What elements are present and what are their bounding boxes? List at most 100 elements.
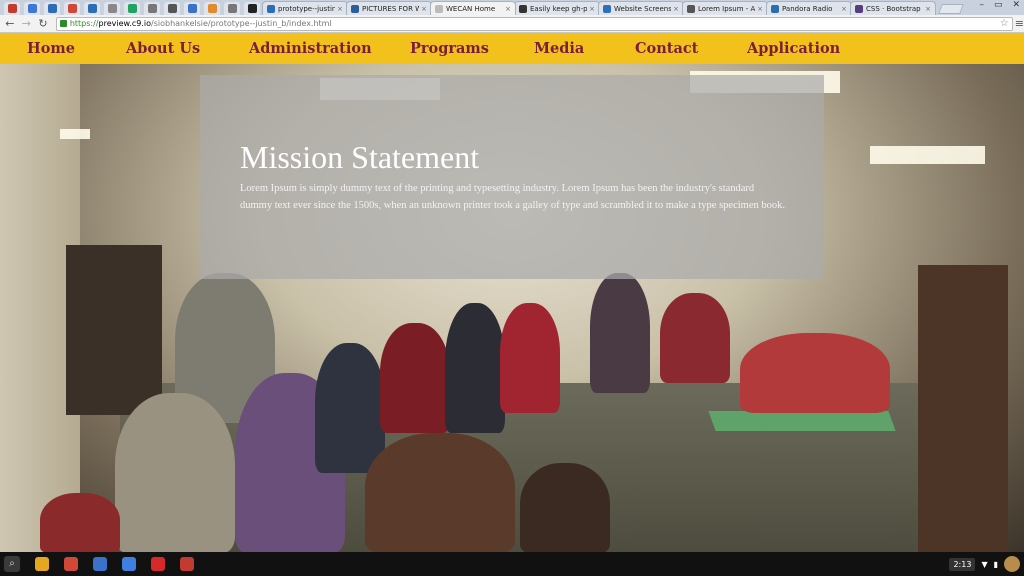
pinned-tab[interactable] [84, 1, 100, 15]
photo-table [708, 411, 896, 431]
pinned-tab[interactable] [124, 1, 140, 15]
gmail-icon [67, 3, 77, 13]
maximize-button[interactable]: ▭ [994, 0, 1003, 10]
browser-tab[interactable]: WECAN Home × [430, 1, 516, 15]
photo-cabinet [66, 245, 162, 415]
tab-title: PICTURES FOR WE [362, 4, 419, 13]
browser-tab[interactable]: CSS · Bootstrap × [850, 1, 936, 15]
reload-icon[interactable]: ↻ [36, 17, 50, 30]
close-tab-icon[interactable]: × [841, 5, 847, 13]
back-arrow-icon[interactable]: ← [3, 17, 17, 30]
nav-programs-link[interactable]: Programs [410, 40, 489, 57]
pinned-tab[interactable] [24, 1, 40, 15]
photo-person [500, 303, 560, 413]
tab-title: CSS · Bootstrap [866, 4, 921, 13]
hamburger-menu-icon[interactable]: ≡ [1015, 17, 1024, 30]
browser-tab-strip: prototype--justin_b×PICTURES FOR WE×WECA… [0, 0, 1024, 15]
pinned-tab[interactable] [164, 1, 180, 15]
folder-icon [147, 3, 157, 13]
favicon-icon [855, 4, 863, 13]
outlook-icon [47, 3, 57, 13]
pinned-tab[interactable] [204, 1, 220, 15]
browser-tab[interactable]: PICTURES FOR WE× [346, 1, 432, 15]
os-shelf: ⌕ 2:13 ▼ ▮ [0, 552, 1024, 576]
user-avatar [1004, 556, 1020, 572]
bookmark-star-icon[interactable]: ☆ [1000, 18, 1009, 29]
nav-media-link[interactable]: Media [534, 40, 584, 57]
pinned-tab[interactable] [244, 1, 260, 15]
tab-title: Pandora Radio [782, 4, 833, 13]
mission-title: Mission Statement [240, 139, 480, 175]
browser-tab[interactable]: Pandora Radio × [766, 1, 852, 15]
close-window-button[interactable]: ✕ [1012, 0, 1020, 10]
browser-tab[interactable]: Website Screensh × [598, 1, 684, 15]
puzzle-icon [167, 3, 177, 13]
close-tab-icon[interactable]: × [925, 5, 931, 13]
close-tab-icon[interactable]: × [505, 5, 511, 13]
nav-home-link[interactable]: Home [27, 40, 75, 57]
photo-gift-boxes [740, 333, 890, 413]
photo-door [918, 265, 1008, 552]
launcher-search-icon[interactable]: ⌕ [4, 556, 20, 572]
photo-ceiling-light [60, 129, 90, 139]
nav-application-link[interactable]: Application [747, 40, 840, 57]
photo-red-bag [40, 493, 120, 552]
browser-tab[interactable]: Lorem Ipsum - All t× [682, 1, 768, 15]
photos-icon[interactable] [180, 557, 194, 571]
ai-icon [27, 3, 37, 13]
pinned-tab[interactable] [64, 1, 80, 15]
close-tab-icon[interactable]: × [757, 5, 763, 13]
url-scheme: https:// [69, 19, 99, 28]
forward-arrow-icon[interactable]: → [20, 17, 34, 30]
shelf-apps [20, 557, 194, 571]
photo-person [315, 343, 385, 473]
favicon-icon [687, 4, 695, 13]
youtube-icon[interactable] [151, 557, 165, 571]
pinned-tab[interactable] [104, 1, 120, 15]
close-tab-icon[interactable]: × [421, 5, 427, 13]
close-tab-icon[interactable]: × [673, 5, 679, 13]
chrome-icon[interactable] [35, 557, 49, 571]
google-search-icon[interactable] [93, 557, 107, 571]
system-tray[interactable]: 2:13 ▼ ▮ [949, 555, 1020, 573]
browser-tab[interactable]: prototype--justin_b× [262, 1, 348, 15]
clock: 2:13 [949, 557, 976, 571]
nav-contact-link[interactable]: Contact [635, 40, 698, 57]
nav-about-link[interactable]: About Us [126, 40, 200, 57]
tab-title: Website Screensh [614, 4, 672, 13]
mission-body: Lorem Ipsum is simply dummy text of the … [240, 183, 785, 211]
tab-title: Easily keep gh-pag [530, 4, 588, 13]
drive-icon [127, 3, 137, 13]
favicon-icon [267, 4, 275, 13]
lock-icon [59, 20, 67, 27]
tab-list: prototype--justin_b×PICTURES FOR WE×WECA… [262, 1, 936, 15]
pinned-tab[interactable] [4, 1, 20, 15]
url-path: /siobhankelsie/prototype--justin_b/index… [151, 19, 332, 28]
new-tab-button[interactable] [938, 4, 964, 14]
gmail-icon[interactable] [64, 557, 78, 571]
favicon-icon [435, 4, 443, 13]
grid-icon [227, 3, 237, 13]
favicon-icon [519, 4, 527, 13]
pinned-tab[interactable] [44, 1, 60, 15]
address-bar[interactable]: https:// preview.c9.io /siobhankelsie/pr… [55, 16, 1013, 31]
minimize-button[interactable]: – [979, 0, 984, 10]
pinned-tab[interactable] [144, 1, 160, 15]
pinned-tab[interactable] [224, 1, 240, 15]
url-host: preview.c9.io [98, 19, 152, 28]
main-nav: Home About Us Administration Programs Me… [0, 33, 1024, 64]
tab-title: Lorem Ipsum - All t [698, 4, 756, 13]
browser-tab[interactable]: Easily keep gh-pag× [514, 1, 600, 15]
close-tab-icon[interactable]: × [589, 5, 595, 13]
pinned-tabs [0, 1, 264, 15]
wifi-icon: ▼ [981, 559, 988, 569]
web-page: Home About Us Administration Programs Me… [0, 33, 1024, 552]
google-plus-icon [187, 3, 197, 13]
photo-person [520, 463, 610, 552]
tab-title: WECAN Home [446, 4, 496, 13]
close-tab-icon[interactable]: × [337, 5, 343, 13]
pinned-tab[interactable] [184, 1, 200, 15]
mission-panel: Mission Statement Lorem Ipsum is simply … [200, 75, 824, 279]
docs-icon[interactable] [122, 557, 136, 571]
nav-administration-link[interactable]: Administration [249, 40, 372, 57]
